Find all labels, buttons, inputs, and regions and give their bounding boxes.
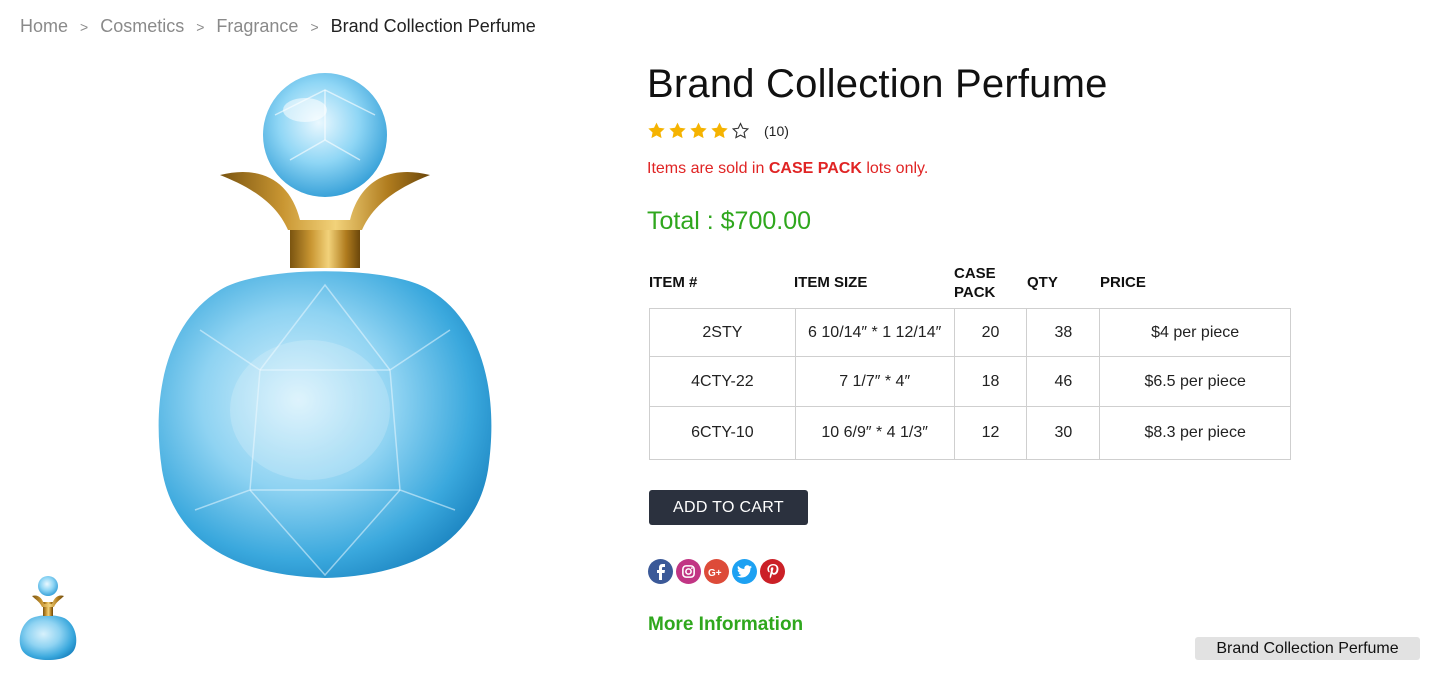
star-filled-icon bbox=[690, 122, 707, 139]
header-qty: QTY bbox=[1027, 274, 1058, 291]
svg-text:G+: G+ bbox=[708, 568, 722, 578]
header-case-pack: CASE PACK bbox=[954, 265, 996, 301]
table-row: 4CTY-22 7 1/7″ * 4″ 18 46 $6.5 per piece bbox=[649, 356, 1291, 407]
notice-emphasis: CASE PACK bbox=[768, 160, 862, 177]
cell-qty: 46 bbox=[1026, 356, 1101, 407]
facebook-icon[interactable] bbox=[648, 559, 673, 584]
google-plus-icon[interactable]: G+ bbox=[704, 559, 729, 584]
breadcrumb-home[interactable]: Home bbox=[20, 16, 68, 37]
pinterest-icon[interactable] bbox=[760, 559, 785, 584]
cell-qty: 30 bbox=[1026, 406, 1101, 460]
cell-case-pack: 12 bbox=[953, 406, 1028, 460]
star-filled-icon bbox=[711, 122, 728, 139]
add-to-cart-button[interactable]: ADD TO CART bbox=[649, 490, 808, 525]
tooltip: Brand Collection Perfume bbox=[1195, 637, 1420, 660]
cell-item-number: 4CTY-22 bbox=[649, 356, 796, 407]
cell-price: $6.5 per piece bbox=[1099, 356, 1291, 407]
star-filled-icon bbox=[648, 122, 665, 139]
star-filled-icon bbox=[669, 122, 686, 139]
social-share: G+ bbox=[648, 559, 788, 584]
notice-suffix: lots only. bbox=[861, 160, 929, 177]
instagram-icon[interactable] bbox=[676, 559, 701, 584]
breadcrumb-separator: > bbox=[310, 18, 319, 35]
product-image bbox=[158, 73, 492, 578]
breadcrumb-separator: > bbox=[196, 18, 205, 35]
product-rating: (10) bbox=[647, 121, 789, 140]
cell-item-size: 10 6/9″ * 4 1/3″ bbox=[794, 406, 955, 460]
notice-prefix: Items are sold in bbox=[647, 160, 769, 177]
more-information-link[interactable]: More Information bbox=[648, 614, 803, 636]
table-header: ITEM # ITEM SIZE CASE PACK QTY PRICE bbox=[649, 264, 1291, 308]
star-empty-icon bbox=[731, 122, 750, 139]
cell-item-number: 2STY bbox=[649, 308, 796, 357]
cell-item-number: 6CTY-10 bbox=[649, 406, 796, 460]
total-price: Total : $700.00 bbox=[647, 207, 812, 235]
twitter-icon[interactable] bbox=[732, 559, 757, 584]
breadcrumb-current: Brand Collection Perfume bbox=[330, 16, 536, 36]
header-item-number: ITEM # bbox=[649, 274, 698, 291]
rating-count[interactable]: (10) bbox=[764, 123, 789, 139]
cell-case-pack: 18 bbox=[953, 356, 1028, 407]
cell-price: $8.3 per piece bbox=[1099, 406, 1291, 460]
table-row: 2STY 6 10/14″ * 1 12/14″ 20 38 $4 per pi… bbox=[649, 308, 1291, 357]
case-pack-notice: Items are sold in CASE PACK lots only. bbox=[647, 160, 928, 178]
cell-qty: 38 bbox=[1026, 308, 1101, 357]
cell-price: $4 per piece bbox=[1099, 308, 1291, 357]
cell-case-pack: 20 bbox=[953, 308, 1028, 357]
breadcrumb: Home > Cosmetics > Fragrance > Brand Col… bbox=[20, 16, 536, 37]
breadcrumb-separator: > bbox=[80, 18, 89, 35]
star-rating bbox=[647, 121, 752, 140]
product-title: Brand Collection Perfume bbox=[647, 62, 1108, 106]
header-price: PRICE bbox=[1100, 274, 1146, 291]
item-table: 2STY 6 10/14″ * 1 12/14″ 20 38 $4 per pi… bbox=[649, 308, 1291, 460]
cell-item-size: 7 1/7″ * 4″ bbox=[794, 356, 955, 407]
breadcrumb-cosmetics[interactable]: Cosmetics bbox=[100, 16, 184, 37]
cell-item-size: 6 10/14″ * 1 12/14″ bbox=[794, 308, 955, 357]
table-row: 6CTY-10 10 6/9″ * 4 1/3″ 12 30 $8.3 per … bbox=[649, 406, 1291, 460]
header-item-size: ITEM SIZE bbox=[794, 274, 868, 291]
product-thumbnail[interactable] bbox=[18, 574, 78, 662]
breadcrumb-fragrance[interactable]: Fragrance bbox=[216, 16, 298, 37]
